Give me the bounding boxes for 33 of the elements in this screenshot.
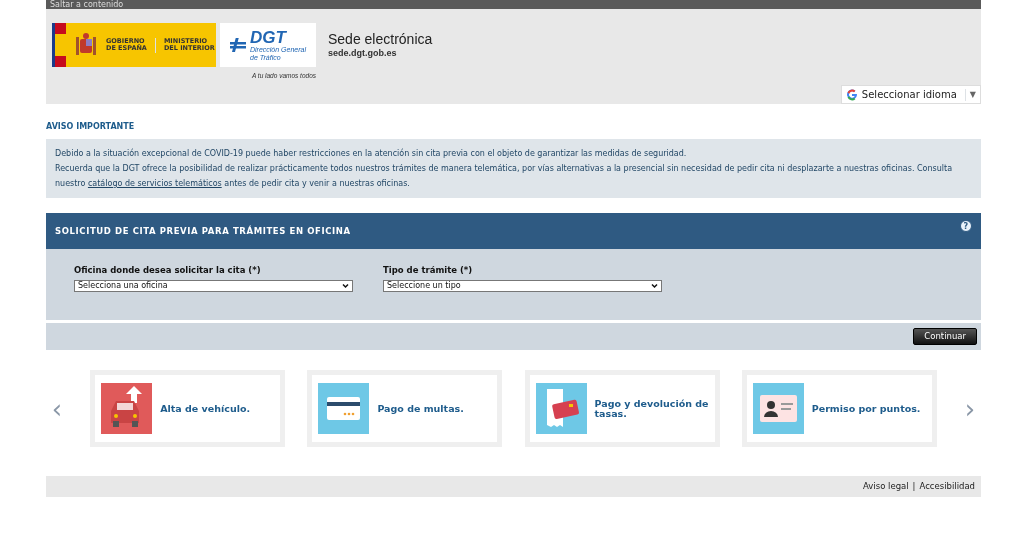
select-field[interactable]: Seleccione un tipo <box>383 279 662 292</box>
site-url: sede.dgt.gob.es <box>328 47 398 60</box>
site-title: Sede electrónica <box>328 31 433 47</box>
select-field[interactable]: Selecciona una oficina <box>74 279 353 292</box>
caret-icon <box>651 282 658 289</box>
service-label: Pago de multas. <box>377 403 464 414</box>
service-card[interactable]: Pago y devolución de tasas. <box>524 370 720 447</box>
catalog-link[interactable]: catálogo de servicios telemáticos <box>87 179 222 188</box>
service-card[interactable]: Permiso por puntos. <box>741 370 937 447</box>
field-label: Oficina donde desea solicitar la cita (*) <box>74 264 262 277</box>
flag-stripe <box>52 23 66 67</box>
service-card[interactable]: Pago de multas. <box>307 370 503 447</box>
footer-link[interactable]: Accesibilidad <box>919 480 975 493</box>
logo-text: DGT <box>250 29 288 46</box>
notice-title: AVISO IMPORTANTE <box>46 121 136 133</box>
dgt-symbol-icon <box>230 37 246 53</box>
google-icon <box>845 88 858 101</box>
service-label: Alta de vehículo. <box>160 403 251 414</box>
service-label: Pago y devolución de tasas. <box>594 398 709 419</box>
language-selector[interactable]: Seleccionar idioma ▼ <box>840 85 981 104</box>
field-label: Tipo de trámite (*) <box>383 264 474 277</box>
car-icon <box>101 383 153 434</box>
notice-text: Recuerda que la DGT ofrece la posibilidad de realizar prácticamente todos nuestros trámites de manera telemática, por vías alternativas a la presencial sin necesidad de pedir cita ni desplazarte a nuestras oficinas. Consulta nuestro catálogo de servicios telemáticos antes de pedir cita y venir a nuestras oficinas. <box>55 163 954 190</box>
footer-link[interactable]: Aviso legal <box>863 480 909 493</box>
caret-icon <box>342 282 349 289</box>
continue-button[interactable]: Continuar <box>913 328 977 345</box>
notice-text: Debido a la situación excepcional de COVID-19 puede haber restricciones en la atención sin cita previa con el objeto de garantizar las medidas de seguridad. <box>55 147 688 160</box>
service-card[interactable]: Alta de vehículo. <box>90 370 286 447</box>
skip-link[interactable]: Saltar a contenido <box>46 0 981 9</box>
help-icon[interactable]: ? <box>960 220 972 232</box>
form-title: SOLICITUD DE CITA PREVIA PARA TRÁMITES EN OFICINA <box>55 224 351 238</box>
service-label: Permiso por puntos. <box>811 403 921 414</box>
separator: | <box>912 480 916 493</box>
